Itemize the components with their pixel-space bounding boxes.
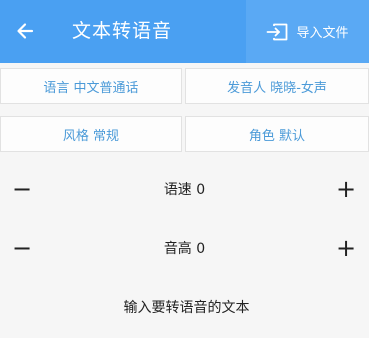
- import-file-icon: [267, 23, 288, 40]
- language-option-button[interactable]: 语言 中文普通话: [0, 68, 182, 104]
- speed-stepper: − 语速 0 +: [0, 171, 369, 207]
- import-file-button[interactable]: 导入文件: [246, 0, 369, 63]
- speed-decrease-button[interactable]: −: [7, 171, 37, 207]
- back-button[interactable]: [10, 16, 40, 46]
- tts-text-input[interactable]: [0, 290, 369, 326]
- page-title: 文本转语音: [72, 20, 173, 42]
- speed-value-label: 语速 0: [163, 182, 206, 198]
- speaker-option-button[interactable]: 发音人 晓晓-女声: [185, 68, 369, 104]
- role-option-button[interactable]: 角色 默认: [185, 116, 369, 152]
- tts-screen: 文本转语音 导入文件 语言 中文普通话 发音人 晓晓-女声 风格 常规 角色 默…: [0, 0, 369, 338]
- import-file-label: 导入文件: [296, 26, 349, 41]
- pitch-decrease-button[interactable]: −: [7, 230, 37, 266]
- pitch-stepper: − 音高 0 +: [0, 230, 369, 266]
- arrow-left-icon: [17, 23, 34, 39]
- pitch-increase-button[interactable]: +: [331, 230, 361, 266]
- pitch-value-label: 音高 0: [163, 241, 206, 257]
- speed-increase-button[interactable]: +: [331, 171, 361, 207]
- style-option-button[interactable]: 风格 常规: [0, 116, 182, 152]
- app-bar: 文本转语音 导入文件: [0, 0, 369, 63]
